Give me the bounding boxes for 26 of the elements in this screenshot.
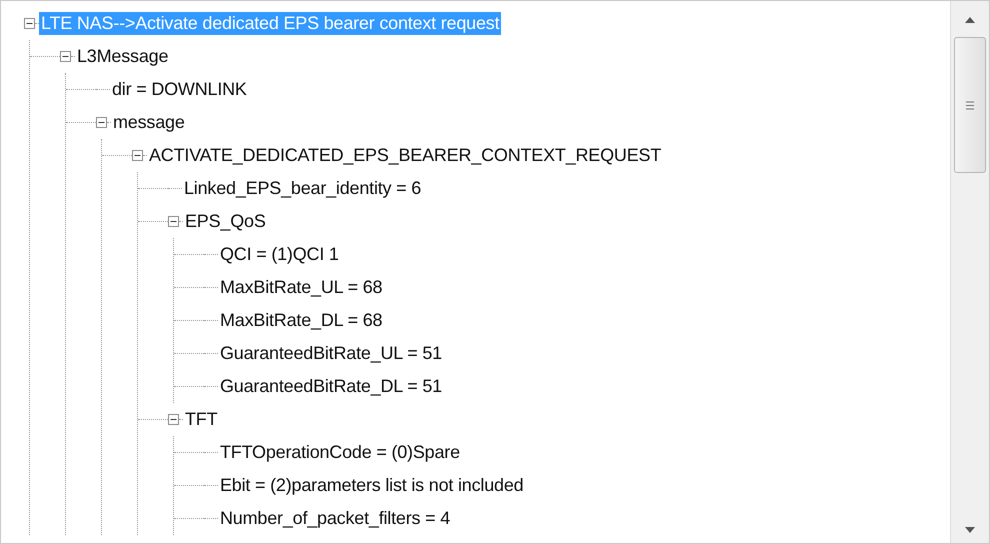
collapse-icon[interactable]	[168, 414, 179, 425]
tree-item[interactable]: MaxBitRate_UL = 68	[218, 276, 384, 299]
tree-item[interactable]: Number_of_packet_filters = 4	[218, 507, 452, 530]
tree-item[interactable]: L3Message	[75, 45, 170, 68]
tree-item[interactable]: ACTIVATE_DEDICATED_EPS_BEARER_CONTEXT_REQUEST	[147, 144, 664, 167]
tree-item[interactable]: message	[111, 111, 187, 134]
tree-item[interactable]: dir = DOWNLINK	[110, 78, 249, 101]
grip-icon	[966, 100, 974, 110]
scroll-up-icon[interactable]	[965, 17, 975, 23]
scrollbar[interactable]	[950, 1, 989, 543]
tree-item[interactable]: TFTOperationCode = (0)Spare	[218, 441, 462, 464]
collapse-icon[interactable]	[24, 18, 35, 29]
scrollbar-thumb[interactable]	[954, 37, 986, 173]
collapse-icon[interactable]	[168, 216, 179, 227]
tree-item[interactable]: GuaranteedBitRate_UL = 51	[218, 342, 444, 365]
tree-item[interactable]: GuaranteedBitRate_DL = 51	[218, 375, 444, 398]
tree-item[interactable]: Linked_EPS_bear_identity = 6	[182, 177, 424, 200]
collapse-icon[interactable]	[60, 51, 71, 62]
tree-item[interactable]: QCI = (1)QCI 1	[218, 243, 341, 266]
collapse-icon[interactable]	[132, 150, 143, 161]
tree-item[interactable]: TFT	[183, 408, 220, 431]
tree-item[interactable]: MaxBitRate_DL = 68	[218, 309, 384, 332]
scroll-down-icon[interactable]	[965, 527, 975, 533]
tree-item[interactable]: Ebit = (2)parameters list is not included	[218, 474, 526, 497]
tree-item[interactable]: EPS_QoS	[183, 210, 268, 233]
collapse-icon[interactable]	[96, 117, 107, 128]
